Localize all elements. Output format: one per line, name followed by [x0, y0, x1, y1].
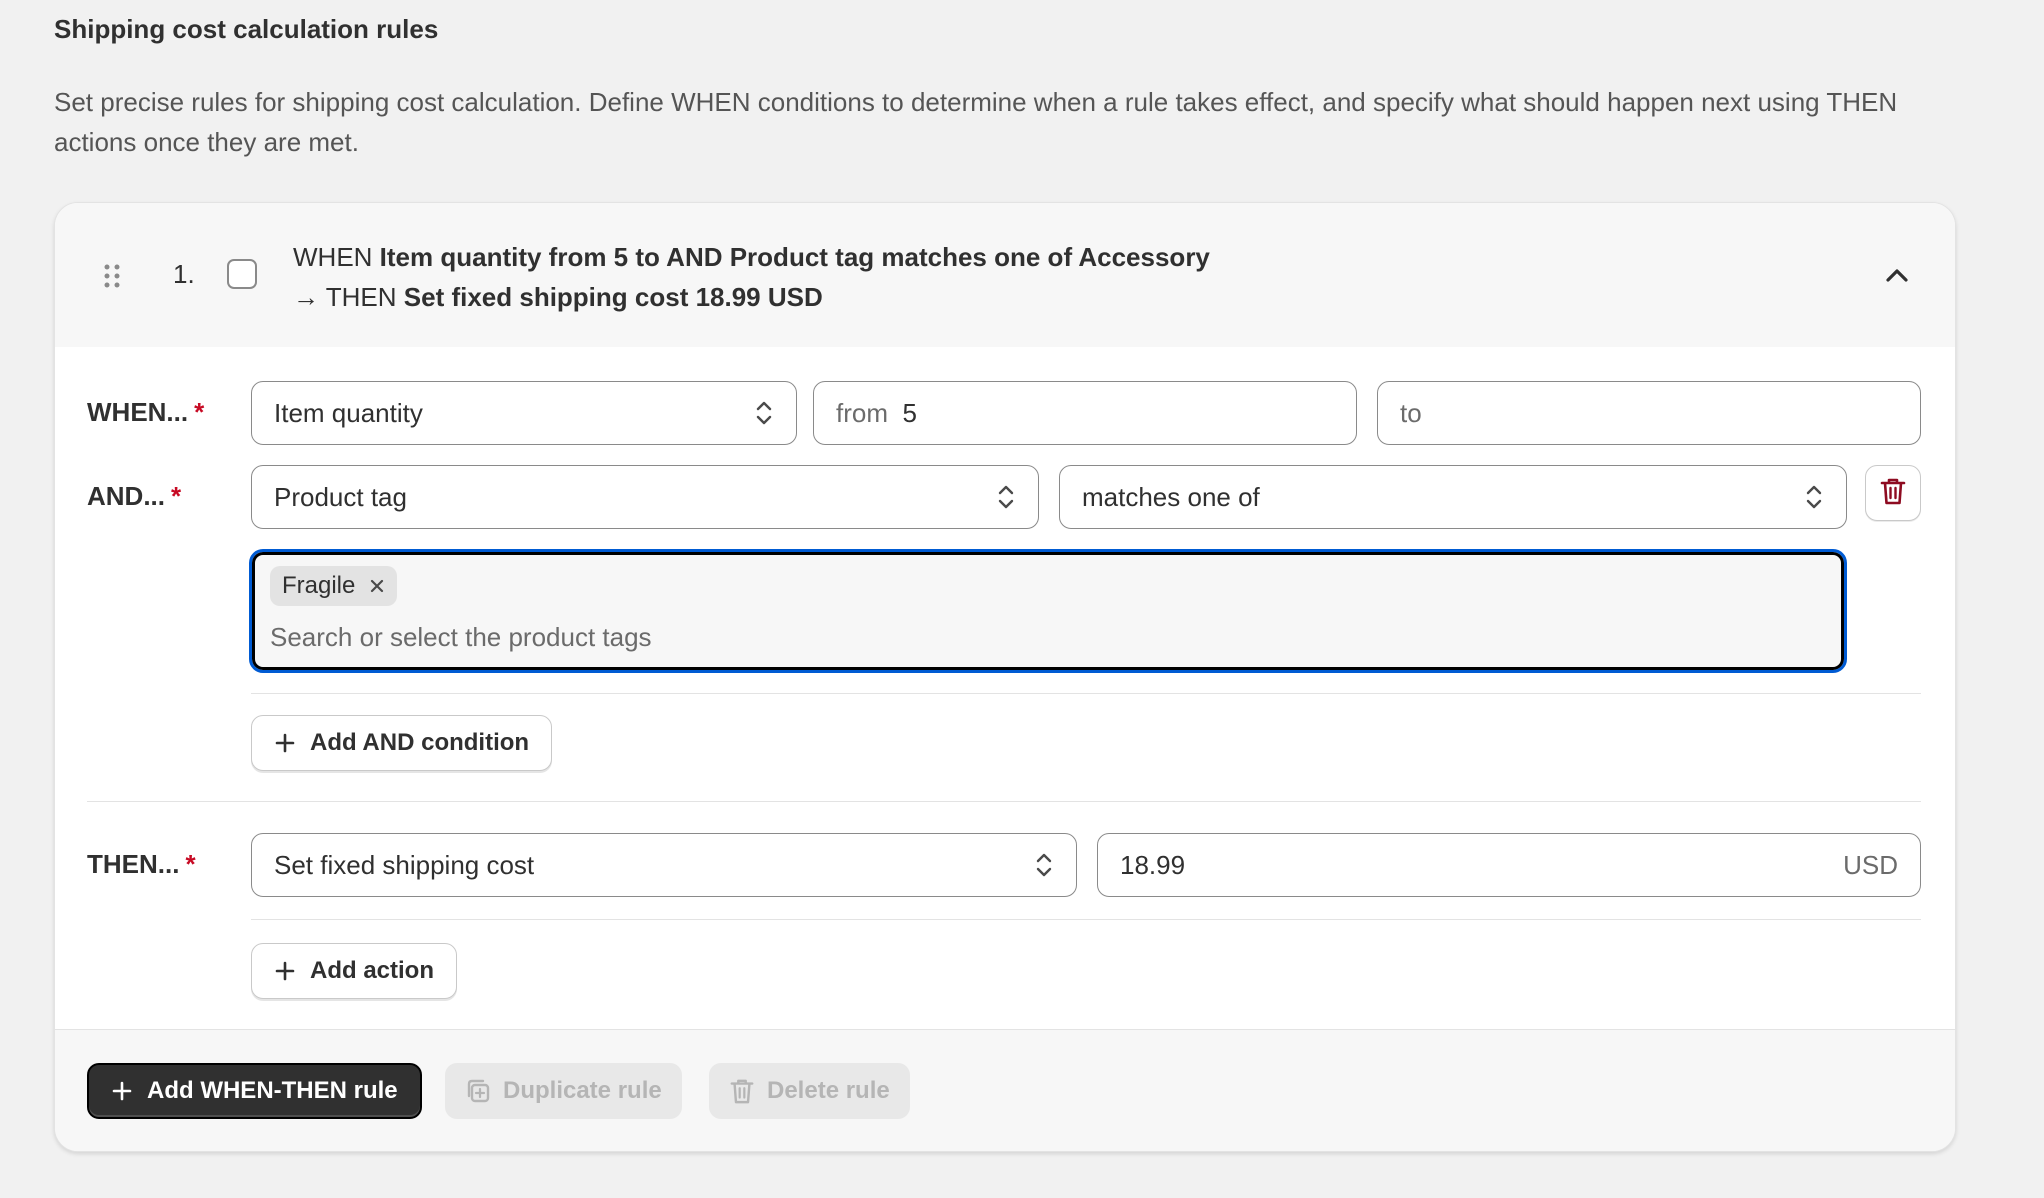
add-and-condition-button[interactable]: Add AND condition: [251, 715, 553, 771]
select-arrows-icon: [1804, 482, 1824, 512]
plus-icon: [274, 960, 296, 982]
duplicate-rule-button[interactable]: Duplicate rule: [445, 1063, 682, 1119]
select-arrows-icon: [1034, 850, 1054, 880]
rule-number: 1.: [173, 259, 195, 289]
section-title: Shipping cost calculation rules: [54, 14, 439, 44]
trash-icon: [729, 1077, 755, 1105]
summary-when-prefix: WHEN: [293, 242, 373, 272]
quantity-from-input[interactable]: from 5: [813, 381, 1357, 445]
shipping-cost-input[interactable]: 18.99 USD: [1097, 833, 1921, 897]
when-condition-select[interactable]: Item quantity: [251, 381, 797, 445]
delete-condition-button[interactable]: [1865, 465, 1921, 521]
then-action-select[interactable]: Set fixed shipping cost: [251, 833, 1077, 897]
drag-handle-icon[interactable]: [103, 263, 121, 294]
close-icon[interactable]: [369, 578, 385, 594]
divider: [87, 801, 1921, 802]
add-action-button[interactable]: Add action: [251, 943, 457, 999]
add-when-then-rule-button[interactable]: Add WHEN-THEN rule: [87, 1063, 422, 1119]
product-tags-combobox[interactable]: Fragile Search or select the product tag…: [249, 549, 1847, 673]
select-arrows-icon: [996, 482, 1016, 512]
plus-icon: [111, 1080, 133, 1102]
tag-chip: Fragile: [270, 566, 398, 606]
and-operator-select[interactable]: matches one of: [1059, 465, 1847, 529]
summary-then-prefix: → THEN: [293, 282, 397, 312]
divider: [251, 919, 1921, 920]
quantity-to-input[interactable]: to: [1377, 381, 1921, 445]
delete-rule-button[interactable]: Delete rule: [709, 1063, 910, 1119]
rule-summary: WHEN Item quantity from 5 to AND Product…: [293, 237, 1210, 317]
plus-icon: [274, 732, 296, 754]
rule-header[interactable]: 1. WHEN Item quantity from 5 to AND Prod…: [55, 203, 1955, 347]
summary-then-text: Set fixed shipping cost 18.99 USD: [403, 282, 823, 312]
and-condition-select[interactable]: Product tag: [251, 465, 1039, 529]
currency-suffix: USD: [1843, 849, 1898, 880]
duplicate-icon: [465, 1078, 491, 1104]
rule-select-checkbox[interactable]: [227, 259, 257, 289]
and-label: AND... *: [87, 481, 182, 511]
chevron-up-icon[interactable]: [1883, 261, 1911, 294]
section-description: Set precise rules for shipping cost calc…: [54, 87, 1898, 157]
select-arrows-icon: [754, 398, 774, 428]
when-label: WHEN... *: [87, 397, 205, 427]
rule-card: 1. WHEN Item quantity from 5 to AND Prod…: [54, 202, 1956, 1152]
then-label: THEN... *: [87, 849, 196, 879]
divider: [251, 693, 1921, 694]
summary-when-text: Item quantity from 5 to AND Product tag …: [379, 242, 1210, 272]
trash-icon: [1879, 476, 1907, 511]
tags-search-input[interactable]: Search or select the product tags: [270, 622, 652, 653]
